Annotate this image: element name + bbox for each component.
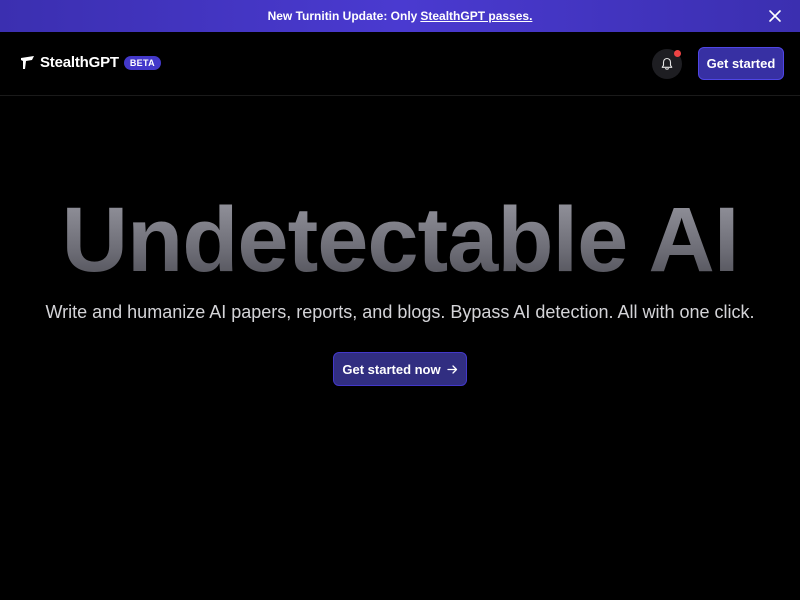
site-header: StealthGPT BETA Get started xyxy=(0,32,800,96)
cta-label: Get started now xyxy=(342,361,441,377)
close-icon[interactable] xyxy=(768,9,782,23)
bell-icon xyxy=(661,57,673,70)
hero-title: Undetectable AI xyxy=(0,190,800,290)
notification-dot xyxy=(674,50,681,57)
notifications-button[interactable] xyxy=(652,49,682,79)
brand-name: StealthGPT xyxy=(40,54,119,71)
get-started-now-button[interactable]: Get started now xyxy=(333,352,467,386)
hero-subtitle: Write and humanize AI papers, reports, a… xyxy=(45,302,755,322)
brand-link[interactable]: StealthGPT BETA xyxy=(20,54,161,71)
banner-link[interactable]: StealthGPT passes. xyxy=(420,9,532,23)
stealth-logo-icon xyxy=(21,56,34,69)
arrow-right-icon xyxy=(446,364,457,374)
beta-badge: BETA xyxy=(123,55,161,70)
announcement-banner: New Turnitin Update: Only StealthGPT pas… xyxy=(0,0,800,32)
get-started-button[interactable]: Get started xyxy=(698,47,784,80)
banner-text: New Turnitin Update: Only xyxy=(267,9,418,23)
